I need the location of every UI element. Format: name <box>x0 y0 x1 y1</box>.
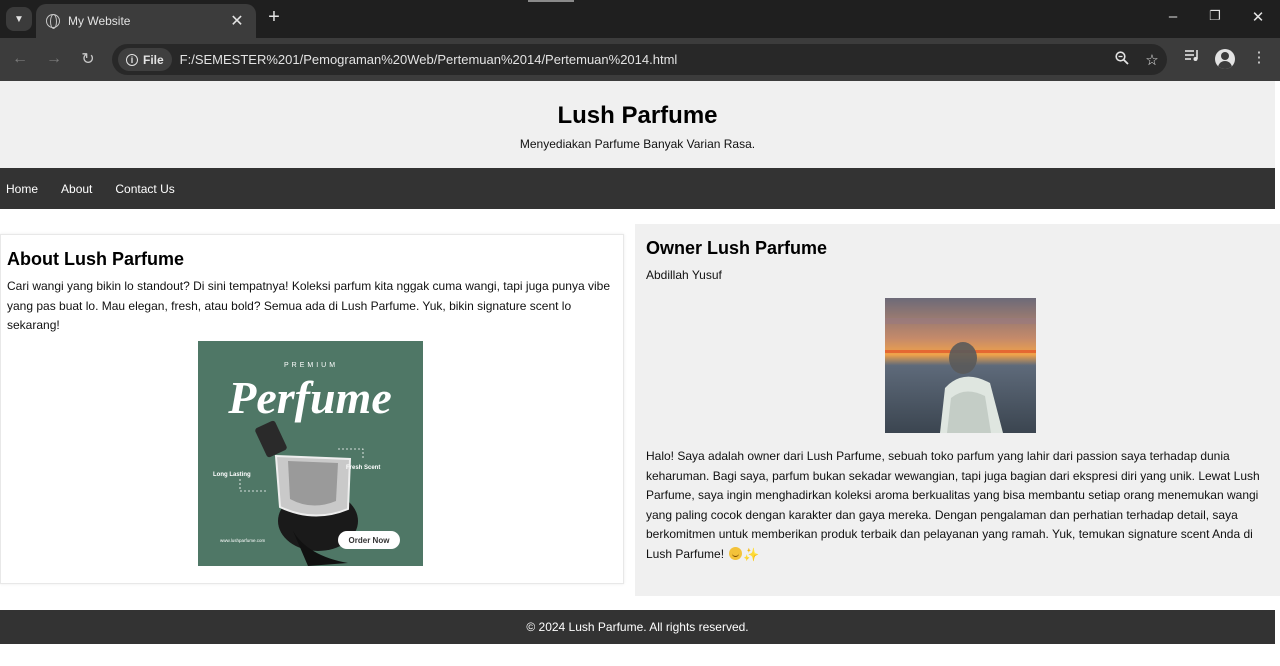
promo-script-title: Perfume <box>227 372 392 423</box>
promo-long-lasting: Long Lasting <box>213 472 251 478</box>
menu-icon[interactable]: ⋮ <box>1247 48 1271 66</box>
site-header: Lush Parfume Menyediakan Parfume Banyak … <box>0 81 1275 168</box>
promo-premium-text: PREMIUM <box>284 362 338 369</box>
about-text: Cari wangi yang bikin lo standout? Di si… <box>7 279 610 332</box>
site-nav: Home About Contact Us <box>0 168 1275 209</box>
owner-name: Abdillah Yusuf <box>646 268 722 282</box>
close-icon[interactable]: ✕ <box>228 11 246 31</box>
address-bar[interactable]: i File F:/SEMESTER%201/Pemograman%20Web/… <box>112 44 1167 75</box>
new-tab-button[interactable]: + <box>263 6 285 29</box>
browser-tab[interactable]: My Website ✕ <box>36 4 256 38</box>
reload-icon[interactable]: ↻ <box>77 48 99 70</box>
promo-order-now: Order Now <box>349 536 391 545</box>
owner-bio-text: Halo! Saya adalah owner dari Lush Parfum… <box>646 449 1260 561</box>
web-page: Lush Parfume Menyediakan Parfume Banyak … <box>0 81 1280 666</box>
tab-title: My Website <box>68 14 131 28</box>
owner-heading: Owner Lush Parfume <box>646 238 828 258</box>
promo-fresh-scent: Fresh Scent <box>346 465 380 471</box>
about-section: About Lush Parfume Cari wangi yang bikin… <box>0 234 624 584</box>
nav-link-about[interactable]: About <box>61 182 92 196</box>
url-text[interactable]: F:/SEMESTER%201/Pemograman%20Web/Pertemu… <box>180 52 1107 67</box>
owner-photo <box>885 298 1036 433</box>
site-title: Lush Parfume <box>557 102 718 129</box>
zoom-icon[interactable] <box>1107 50 1137 69</box>
restore-icon[interactable]: ❐ <box>1200 8 1230 24</box>
owner-section: Owner Lush Parfume Abdillah Yusuf Halo! … <box>635 224 1280 596</box>
browser-toolbar: ← → ↻ i File F:/SEMESTER%201/Pemograman%… <box>0 38 1280 81</box>
forward-icon[interactable]: → <box>43 48 65 70</box>
star-icon[interactable]: ☆ <box>1137 51 1167 69</box>
window-drag-indicator <box>528 0 574 2</box>
owner-bio: Halo! Saya adalah owner dari Lush Parfum… <box>646 447 1266 564</box>
minimize-icon[interactable]: – <box>1158 8 1188 25</box>
tab-search-icon[interactable]: ▼ <box>6 7 32 31</box>
file-label: File <box>143 52 164 67</box>
site-footer: © 2024 Lush Parfume. All rights reserved… <box>0 610 1275 644</box>
smile-emoji-icon <box>729 546 743 560</box>
browser-tab-strip: ▼ My Website ✕ + – ❐ ✕ <box>0 0 1280 38</box>
about-heading: About Lush Parfume <box>7 249 185 269</box>
sparkles-emoji-icon: ✨ <box>743 546 760 562</box>
window-close-icon[interactable]: ✕ <box>1243 8 1273 26</box>
profile-icon[interactable] <box>1215 49 1235 69</box>
nav-link-contact[interactable]: Contact Us <box>115 182 174 196</box>
info-icon: i <box>126 53 138 66</box>
nav-link-home[interactable]: Home <box>6 182 38 196</box>
site-tagline: Menyediakan Parfume Banyak Varian Rasa. <box>519 137 756 151</box>
perfume-promo-image: PREMIUM Perfume Long Lasting Fresh Scent… <box>198 341 423 566</box>
globe-icon <box>46 14 60 29</box>
media-icon[interactable] <box>1180 48 1204 66</box>
promo-site-url: www.lushparfume.com <box>220 538 266 543</box>
site-info-chip[interactable]: i File <box>118 48 172 71</box>
back-icon[interactable]: ← <box>9 48 31 70</box>
